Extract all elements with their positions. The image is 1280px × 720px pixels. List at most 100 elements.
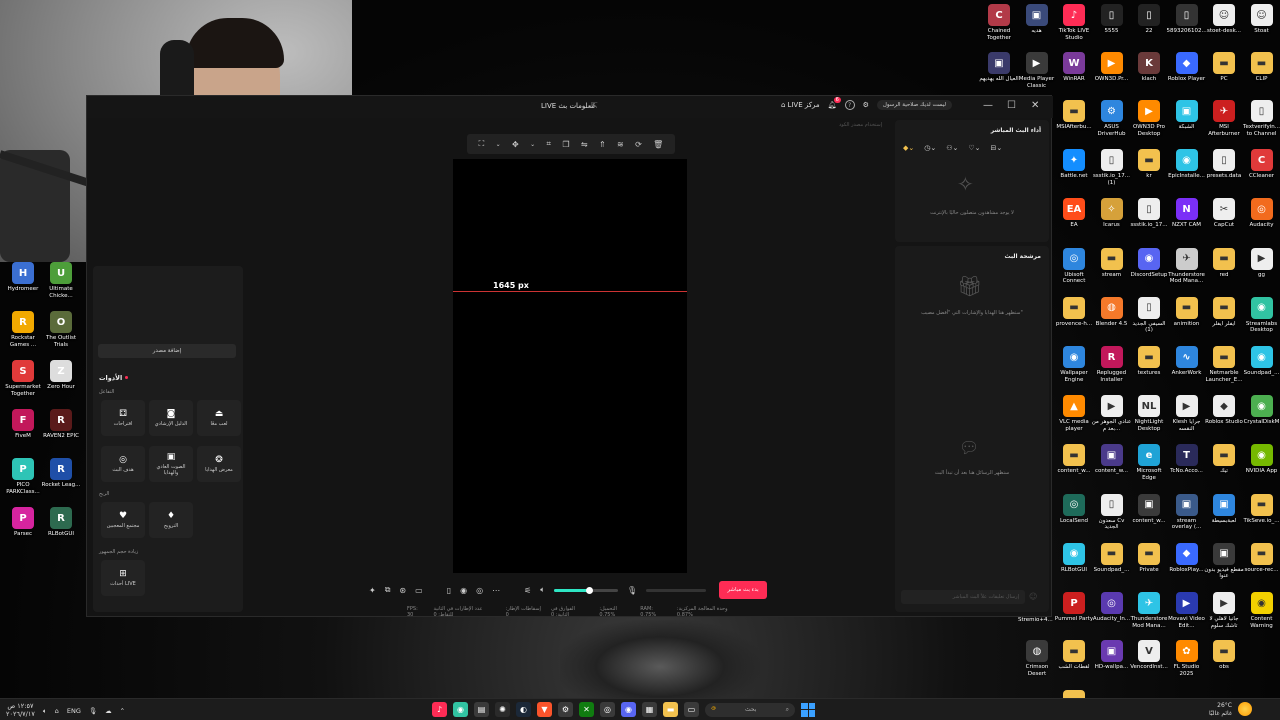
clock-icon[interactable]: ◷⌄ xyxy=(924,144,936,152)
brave-taskbar-icon[interactable]: ▼ xyxy=(537,702,552,717)
desktop-icon[interactable]: ▯ سعدون Cv الجديد xyxy=(1093,493,1131,542)
desktop-icon[interactable]: ▬ provence-h... xyxy=(1055,296,1093,345)
desktop-icon[interactable]: NL NightLight Desktop xyxy=(1130,395,1168,443)
desktop-icon[interactable]: ◉ Wallpaper Engine xyxy=(1055,346,1093,394)
desktop-icon[interactable]: ▬ لقطات الشب xyxy=(1055,640,1093,688)
gift-icon[interactable]: ⊟⌄ xyxy=(991,144,1003,152)
screen-icon[interactable]: ▭ xyxy=(415,586,423,595)
tiktok-live-taskbar-icon[interactable]: ♪ xyxy=(432,702,447,717)
desktop-icon[interactable]: ▣ هديه xyxy=(1018,4,1056,52)
chevron-down-icon[interactable]: ⌄ xyxy=(530,141,535,148)
desktop-icon[interactable]: ◍ Blender 4.5 xyxy=(1093,296,1131,345)
move-icon[interactable]: ✥ xyxy=(512,140,519,149)
tool-gift-gallery-button[interactable]: ❂ معرض الهدايا xyxy=(197,446,241,482)
desktop-icon[interactable]: ◍ Crimson Desert xyxy=(1018,640,1056,688)
close-button[interactable]: ✕ xyxy=(1031,100,1039,111)
copy-icon[interactable]: ❐ xyxy=(562,140,569,149)
desktop-icon[interactable]: ◎ Audacity_In... xyxy=(1093,592,1131,640)
desktop-icon[interactable]: ▣ الشبكة xyxy=(1168,100,1206,148)
crop-icon[interactable]: ⌗ xyxy=(546,139,551,149)
tool-promotion-button[interactable]: ♦ الترويج xyxy=(149,502,193,538)
desktop-icon[interactable]: ✦ Battle.net xyxy=(1055,149,1093,197)
desktop-icon[interactable]: S Supermarket Together xyxy=(4,360,42,408)
desktop-icon[interactable]: ✈ MSI Afterburner xyxy=(1205,100,1243,148)
effects-icon[interactable]: ⊛ xyxy=(399,586,406,595)
desktop-icon[interactable]: H Hydromeer xyxy=(4,262,42,310)
file-explorer-taskbar-icon[interactable]: ▬ xyxy=(663,702,678,717)
desktop-icon[interactable]: ▣ stream overlay (... xyxy=(1168,493,1206,542)
desktop-icon[interactable]: R RAVEN2 EPIC xyxy=(42,409,80,457)
microphone-tray-icon[interactable]: 🎙︎ xyxy=(89,707,97,715)
more-icon[interactable]: ⋯ xyxy=(492,586,500,595)
desktop-icon[interactable]: ▬ source-rec... xyxy=(1243,542,1280,591)
desktop-icon[interactable]: ▬ Private xyxy=(1130,542,1168,591)
desktop-icon[interactable]: ◎ LocalSend xyxy=(1055,493,1093,542)
volume-tray-icon[interactable]: 🔈︎ xyxy=(43,707,47,716)
discord-taskbar-icon[interactable]: ◉ xyxy=(621,702,636,717)
chatgpt-taskbar-icon[interactable]: ✺ xyxy=(495,702,510,717)
desktop-icon[interactable]: ▬ PC xyxy=(1205,52,1243,100)
flip-icon[interactable]: ⇋ xyxy=(581,140,588,149)
desktop-icon[interactable]: ▣ العيال الله يهديهم xyxy=(979,52,1019,100)
xbox-taskbar-icon[interactable]: ✕ xyxy=(579,702,594,717)
desktop-icon[interactable]: ◉ Streamlabs Desktop xyxy=(1243,296,1280,345)
desktop-icon[interactable]: ◆ Roblox Studio xyxy=(1205,395,1243,443)
desktop-icon[interactable]: ▯ 22 xyxy=(1130,4,1168,52)
record-icon[interactable]: ◉ xyxy=(460,586,467,595)
desktop-icon[interactable]: R Replugged Installer xyxy=(1093,346,1131,394)
desktop-icon[interactable]: ▬ Netmarble Launcher_E... xyxy=(1205,346,1243,394)
desktop-icon[interactable]: ◆ Roblox Player xyxy=(1168,52,1206,100)
monitor-taskbar-icon[interactable]: ▭ xyxy=(684,702,699,717)
align-icon[interactable]: ⇑ xyxy=(599,140,606,149)
desktop-icon[interactable]: e Microsoft Edge xyxy=(1130,444,1168,492)
gem-icon[interactable]: ◆⌄ xyxy=(903,144,914,152)
store-taskbar-icon[interactable]: ▦ xyxy=(642,702,657,717)
desktop-icon[interactable]: Z Zero Hour xyxy=(42,360,80,408)
desktop-icon[interactable]: V VencordInst... xyxy=(1130,640,1168,688)
live-center-button[interactable]: ⌂ LIVE مركز xyxy=(781,101,820,109)
layers-icon[interactable]: ≋ xyxy=(617,140,624,149)
desktop-icon[interactable]: F FiveM xyxy=(4,409,42,457)
desktop-icon[interactable]: P Pummel Party xyxy=(1055,592,1093,640)
desktop-icon[interactable]: ◎ Ubisoft Connect xyxy=(1055,247,1093,296)
notifications-button[interactable]: 🔔︎ 6 xyxy=(828,97,841,109)
desktop-icon[interactable]: ∿ AnkerWork xyxy=(1168,346,1206,394)
desktop-icon[interactable]: ▬ ايفلر ايفلر xyxy=(1205,296,1243,345)
desktop-icon[interactable]: ✂ CapCut xyxy=(1205,198,1243,246)
go-live-button[interactable]: بدء بث مباشر xyxy=(719,581,767,599)
desktop-icon[interactable]: ▲ VLC media player xyxy=(1055,395,1093,443)
desktop-icon[interactable]: ▯ السيفي الجديد (1) xyxy=(1130,296,1168,345)
desktop-icon[interactable]: ◉ DiscordSetup xyxy=(1130,247,1168,296)
desktop-icon[interactable]: W WinRAR xyxy=(1055,52,1093,100)
desktop-icon[interactable]: ▣ HD-wallpa... xyxy=(1093,640,1131,688)
desktop-icon[interactable]: ▬ stream xyxy=(1093,247,1131,296)
desktop-icon[interactable]: ▶ OWN3D Pro Desktop xyxy=(1130,100,1168,148)
desktop-icon[interactable]: ▶ جانيا لاهلي لا تاشك سلوم xyxy=(1205,592,1243,640)
desktop-icon[interactable]: ♪ TikTok LIVE Studio xyxy=(1055,4,1093,52)
phone-icon[interactable]: ▯ xyxy=(447,586,451,595)
desktop-icon[interactable]: ◉ RLBotGUI xyxy=(1055,542,1093,591)
microphone-icon[interactable]: 🎙︎ xyxy=(627,586,637,595)
desktop-icon[interactable]: ▯ Textverifyin... to Channel xyxy=(1243,100,1280,148)
desktop-icon[interactable]: T TcNo.Acco... xyxy=(1168,444,1206,492)
desktop-icon[interactable]: ▯ 5555 xyxy=(1093,4,1131,52)
desktop-icon[interactable]: ✿ FL Studio 2025 xyxy=(1168,640,1206,688)
tool-stream-goal-button[interactable]: ◎ هدف البث xyxy=(101,446,145,482)
desktop-icon[interactable]: P PICO PARKClass... xyxy=(4,458,42,506)
desktop-icon[interactable]: ▯ presets.data xyxy=(1205,149,1243,197)
desktop-icon[interactable]: ◉ CrystalDiskM xyxy=(1243,395,1280,443)
desktop-icon[interactable]: ☺ stoet-desk... xyxy=(1205,4,1243,52)
desktop-icon[interactable]: R RLBotGUI xyxy=(42,507,80,555)
heart-icon[interactable]: ♡⌄ xyxy=(968,144,980,152)
desktop-icon[interactable]: C CCleaner xyxy=(1243,149,1280,197)
desktop-icon[interactable]: ✈ Thunderstore Mod Mana... xyxy=(1130,592,1168,640)
desktop-icon[interactable]: O The Outlist Trials xyxy=(42,311,80,359)
camera-icon[interactable]: ◎ xyxy=(476,586,483,595)
tool-guide-button[interactable]: ◙ الدليل الإرشادي xyxy=(149,400,193,436)
desktop-icon[interactable]: Kklach xyxy=(1130,52,1168,100)
settings-icon[interactable]: ⚙ xyxy=(863,101,869,109)
settings-taskbar-icon[interactable]: ⚙ xyxy=(558,702,573,717)
desktop-icon[interactable]: ▬ MSIAfterbu... xyxy=(1055,100,1093,148)
maximize-button[interactable]: ☐ xyxy=(1007,100,1016,111)
desktop-icon[interactable]: U Ultimate Chicke... xyxy=(42,262,80,310)
